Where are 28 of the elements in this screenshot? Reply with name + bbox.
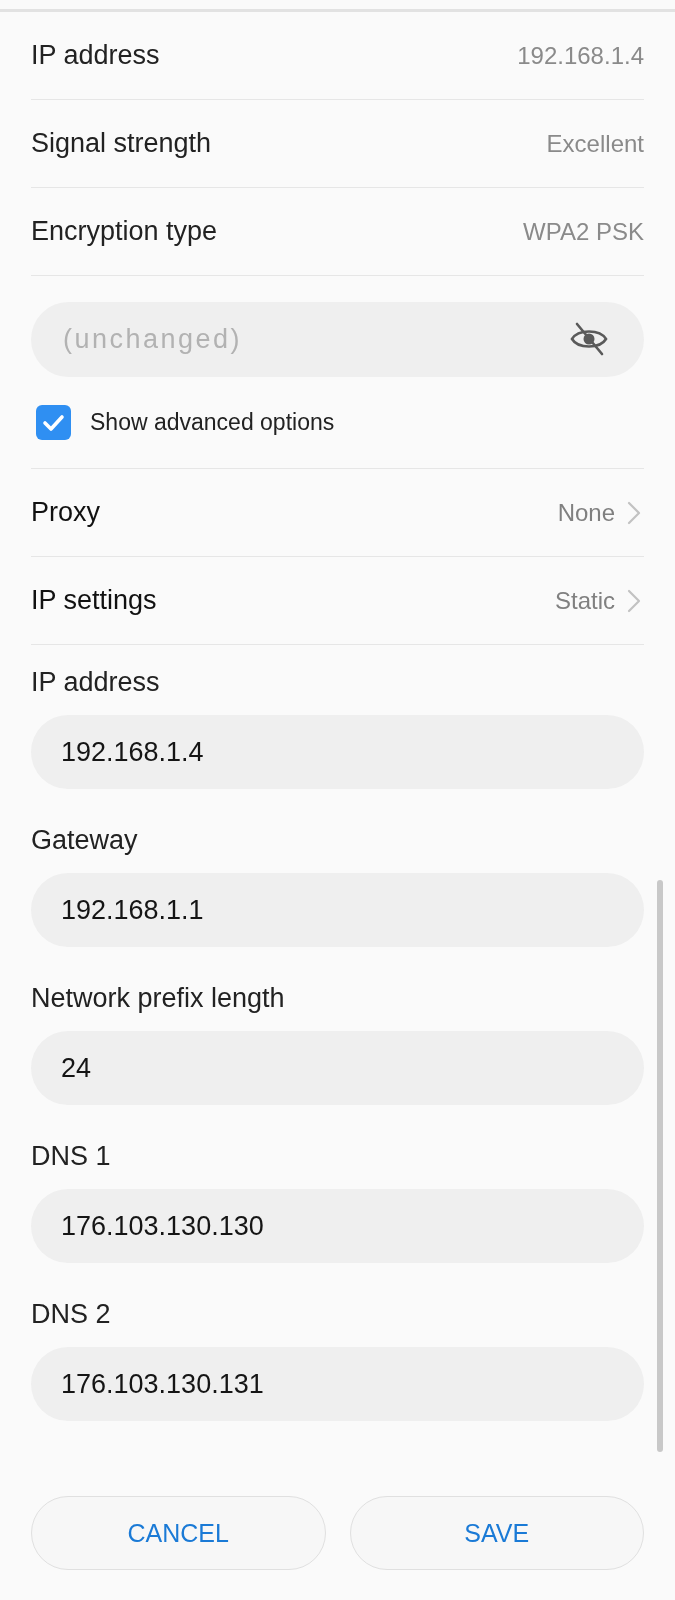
field-label: IP address <box>31 667 160 697</box>
input-field[interactable]: 176.103.130.131 <box>31 1347 644 1421</box>
input-field[interactable]: 192.168.1.1 <box>31 873 644 947</box>
eye-slash-icon[interactable] <box>570 322 608 356</box>
info-value: WPA2 PSK <box>523 217 644 246</box>
chevron-right-icon <box>627 500 641 525</box>
field-label: Gateway <box>31 825 138 855</box>
info-label: Encryption type <box>31 216 218 247</box>
checkbox-label[interactable]: Show advanced options <box>90 409 335 436</box>
field-label: DNS 2 <box>31 1299 111 1329</box>
setting-value: Static <box>554 586 615 615</box>
password-field[interactable]: (unchanged) <box>31 302 644 377</box>
info-label: IP address <box>31 40 160 71</box>
setting-label[interactable]: Proxy <box>31 497 101 528</box>
input-field[interactable]: 24 <box>31 1031 644 1105</box>
chevron-right-icon <box>627 588 641 613</box>
cancel-button[interactable]: CANCEL <box>31 1496 326 1570</box>
save-button[interactable]: SAVE <box>349 1496 644 1570</box>
setting-value: None <box>557 498 615 527</box>
input-field[interactable]: 192.168.1.4 <box>31 715 644 789</box>
field-label: Network prefix length <box>31 983 285 1013</box>
checkbox[interactable] <box>36 405 71 440</box>
info-label: Signal strength <box>31 128 212 159</box>
info-value: Excellent <box>546 129 644 158</box>
field-label: DNS 1 <box>31 1141 111 1171</box>
setting-label[interactable]: IP settings <box>31 585 157 616</box>
input-field[interactable]: 176.103.130.130 <box>31 1189 644 1263</box>
info-value: 192.168.1.4 <box>517 41 644 70</box>
